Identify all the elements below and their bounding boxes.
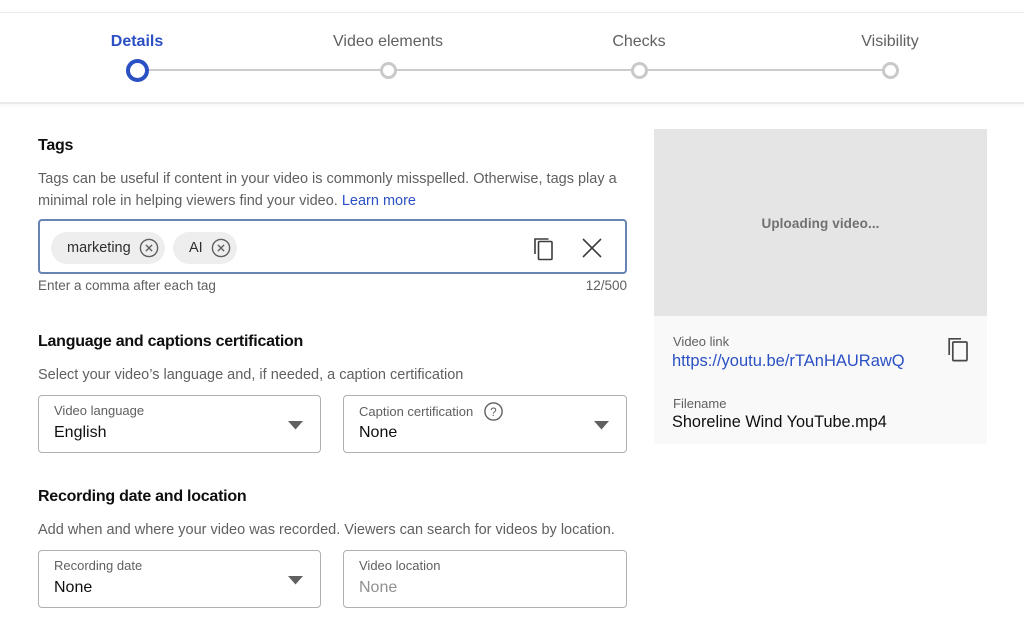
svg-text:?: ? <box>490 407 496 419</box>
